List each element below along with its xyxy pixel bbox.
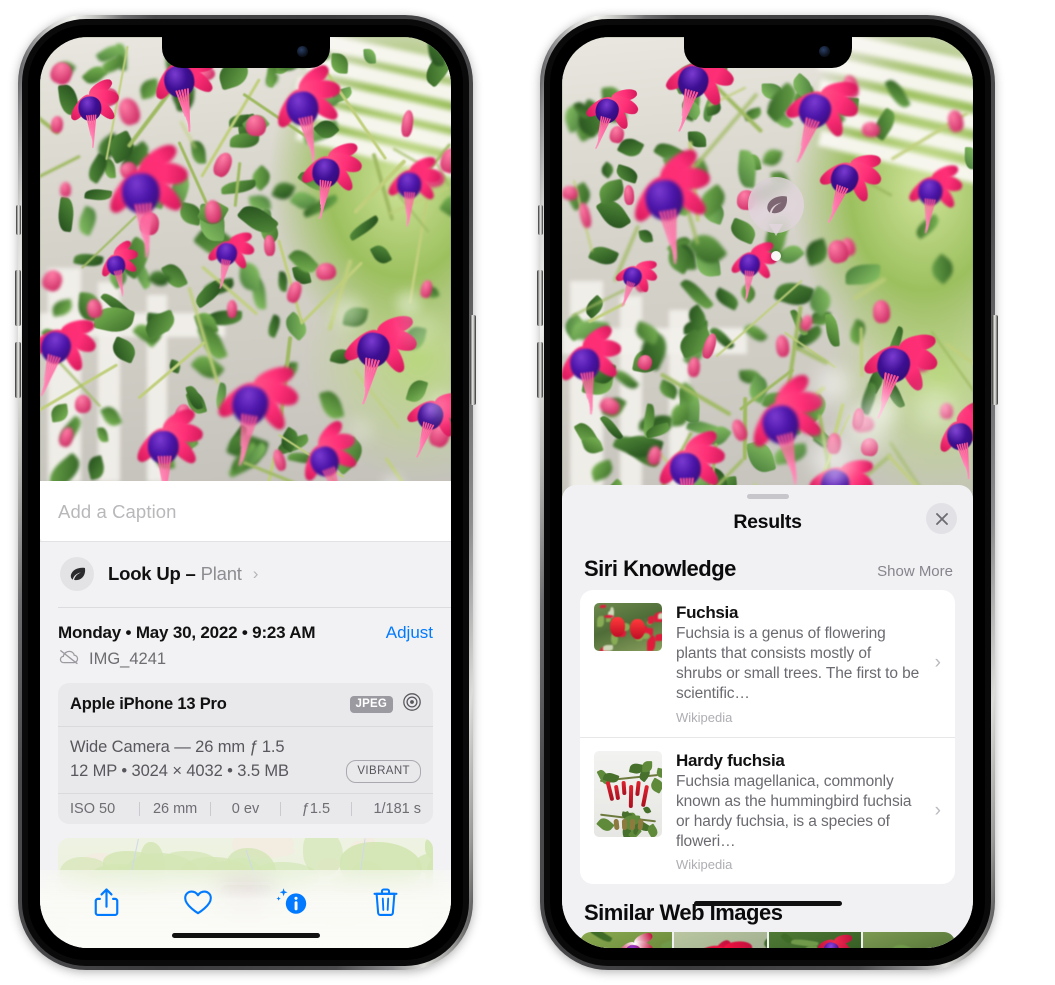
entry-description: Fuchsia magellanica, commonly known as t… [676, 772, 912, 850]
left-iphone: Add a Caption Look Up – Plant › Monday •… [15, 15, 476, 970]
badge-pointer [769, 224, 783, 236]
favorite-button[interactable] [183, 889, 213, 916]
similar-web-images-header: Similar Web Images [562, 884, 973, 932]
stat-iso: ISO 50 [70, 801, 116, 817]
date-row: Monday • May 30, 2022 • 9:23 AM Adjust [40, 608, 451, 645]
chevron-right-icon: › [934, 652, 941, 674]
exif-body: Wide Camera — 26 mm ƒ 1.5 12 MP • 3024 ×… [58, 727, 433, 794]
style-badge: VIBRANT [346, 760, 421, 784]
file-row: IMG_4241 [40, 645, 451, 683]
similar-image-2[interactable] [674, 932, 767, 948]
home-indicator[interactable] [171, 933, 320, 938]
size-line: 12 MP • 3024 × 4032 • 3.5 MB [70, 762, 289, 781]
list-item[interactable]: Fuchsia Fuchsia is a genus of flowering … [580, 590, 955, 737]
device-name: Apple iPhone 13 Pro [70, 694, 227, 713]
similar-image-3[interactable] [768, 932, 861, 948]
share-button[interactable] [93, 887, 120, 918]
mute-switch[interactable] [538, 205, 543, 235]
siri-knowledge-header: Siri Knowledge Show More [562, 546, 973, 590]
info-button[interactable] [276, 887, 310, 918]
exif-header: Apple iPhone 13 Pro JPEG [58, 683, 433, 727]
visual-lookup-badge[interactable] [748, 177, 804, 261]
front-camera-icon [818, 46, 830, 57]
volume-down-button[interactable] [537, 342, 543, 398]
fuchsia-photo[interactable] [562, 37, 973, 507]
hardy-fuchsia-thumbnail [594, 750, 662, 837]
right-screen: Results Siri Knowledge Show More Fuchsia… [562, 37, 973, 948]
entry-title: Hardy fuchsia [676, 750, 785, 770]
sheet-title: Results [733, 511, 802, 533]
siri-knowledge-card: Fuchsia Fuchsia is a genus of flowering … [580, 590, 955, 885]
entry-source: Wikipedia [676, 709, 733, 725]
entry-source: Wikipedia [676, 857, 733, 873]
aperture-icon [402, 692, 422, 717]
chevron-right-icon: › [252, 564, 259, 583]
fuchsia-photo[interactable] [40, 37, 451, 482]
list-item[interactable]: Hardy fuchsia Fuchsia magellanica, commo… [580, 736, 955, 885]
look-up-label: Look Up – Plant [108, 563, 242, 585]
notch [683, 37, 852, 68]
results-sheet: Results Siri Knowledge Show More Fuchsia… [562, 485, 973, 948]
close-icon[interactable] [926, 503, 957, 534]
date-text: Monday • May 30, 2022 • 9:23 AM [58, 622, 316, 642]
look-up-row[interactable]: Look Up – Plant › [40, 539, 451, 607]
volume-down-button[interactable] [15, 342, 21, 398]
left-screen: Add a Caption Look Up – Plant › Monday •… [40, 37, 451, 948]
volume-up-button[interactable] [15, 270, 21, 326]
right-iphone: Results Siri Knowledge Show More Fuchsia… [537, 15, 998, 970]
caption-placeholder: Add a Caption [58, 501, 177, 522]
file-name: IMG_4241 [89, 649, 167, 668]
lens-line: Wide Camera — 26 mm ƒ 1.5 [70, 737, 285, 756]
stat-aperture: ƒ1.5 [301, 801, 331, 817]
entry-description: Fuchsia is a genus of flowering plants t… [676, 625, 920, 703]
section-title: Siri Knowledge [584, 556, 736, 581]
screenshot-root: Add a Caption Look Up – Plant › Monday •… [0, 0, 1055, 985]
exif-card[interactable]: Apple iPhone 13 Pro JPEG Wide Camera — 2… [58, 682, 433, 824]
stat-ev: 0 ev [231, 801, 260, 817]
format-badge: JPEG [349, 695, 393, 713]
stat-shutter: 1/181 s [373, 801, 422, 817]
exif-stats-row: ISO 50 26 mm 0 ev ƒ1.5 1/181 s [58, 793, 433, 824]
home-indicator[interactable] [693, 901, 842, 906]
power-button[interactable] [470, 315, 476, 405]
adjust-button[interactable]: Adjust [386, 623, 433, 643]
similar-images-strip[interactable] [580, 932, 955, 948]
entry-title: Fuchsia [676, 603, 739, 622]
leaf-icon [60, 557, 94, 591]
power-button[interactable] [992, 315, 998, 405]
mute-switch[interactable] [16, 205, 21, 235]
delete-button[interactable] [373, 887, 398, 917]
sheet-header: Results [562, 499, 973, 546]
look-up-title: Look Up [108, 563, 181, 584]
sparkles-icon [40, 533, 50, 555]
similar-image-1[interactable] [580, 932, 673, 948]
show-more-button[interactable]: Show More [877, 563, 953, 580]
volume-up-button[interactable] [537, 270, 543, 326]
stat-focal: 26 mm [152, 801, 198, 817]
badge-anchor-dot [771, 251, 781, 261]
icloud-slash-icon [58, 649, 80, 670]
front-camera-icon [296, 46, 308, 57]
fuchsia-thumbnail [594, 603, 662, 651]
caption-field[interactable]: Add a Caption [40, 481, 451, 542]
look-up-subject: Plant [200, 563, 242, 584]
notch [161, 37, 330, 68]
similar-image-4[interactable] [862, 932, 955, 948]
look-up-dash: – [180, 563, 201, 584]
chevron-right-icon: › [934, 799, 941, 821]
